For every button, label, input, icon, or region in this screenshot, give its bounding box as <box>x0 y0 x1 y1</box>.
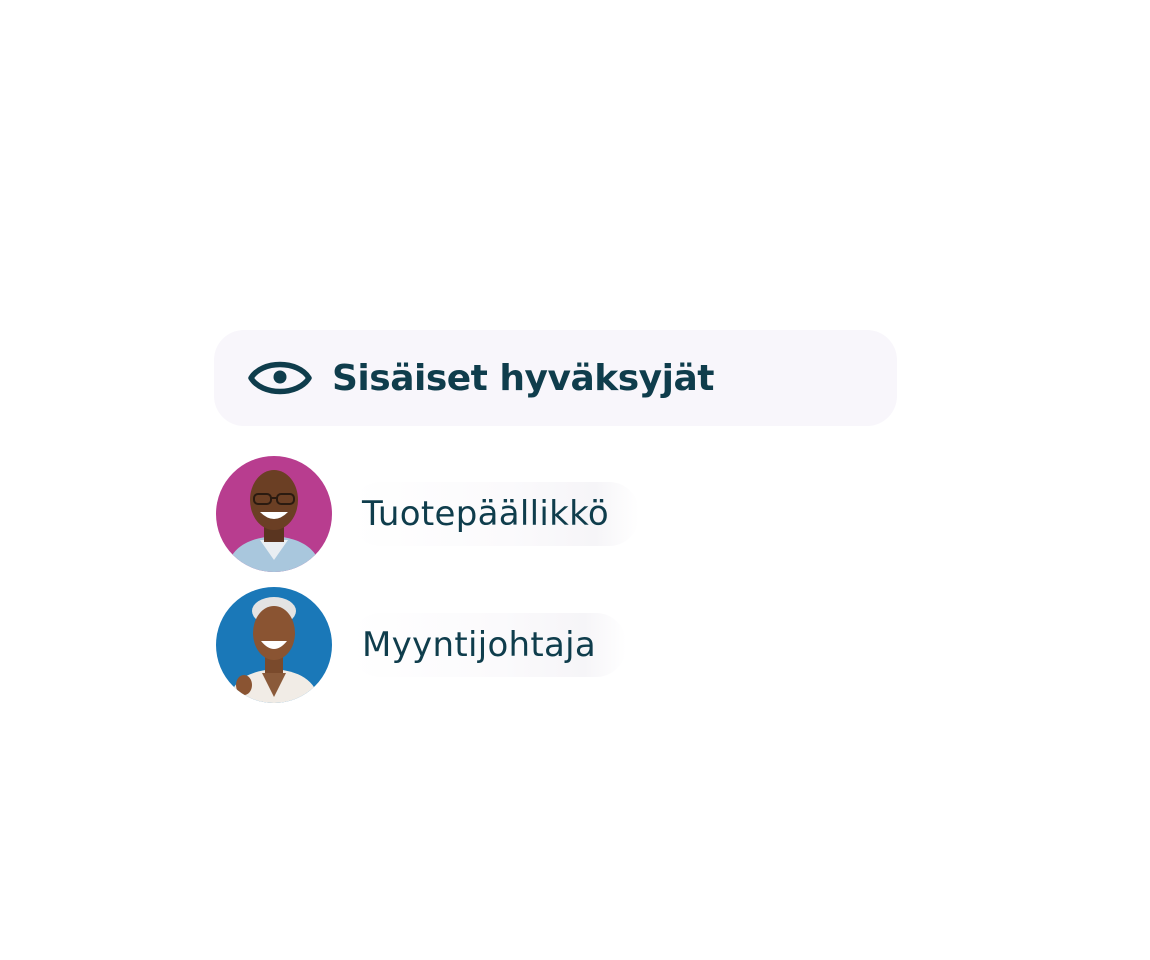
approvers-header-card: Sisäiset hyväksyjät <box>214 330 897 426</box>
avatar <box>216 456 332 572</box>
approver-row-product-manager: Tuotepäällikkö <box>216 456 639 572</box>
approver-role-label: Tuotepäällikkö <box>350 482 639 546</box>
eye-icon <box>248 356 312 400</box>
avatar <box>216 587 332 703</box>
approvers-title: Sisäiset hyväksyjät <box>332 357 714 399</box>
approver-row-sales-director: Myyntijohtaja <box>216 587 627 703</box>
approver-role-label: Myyntijohtaja <box>350 613 627 677</box>
